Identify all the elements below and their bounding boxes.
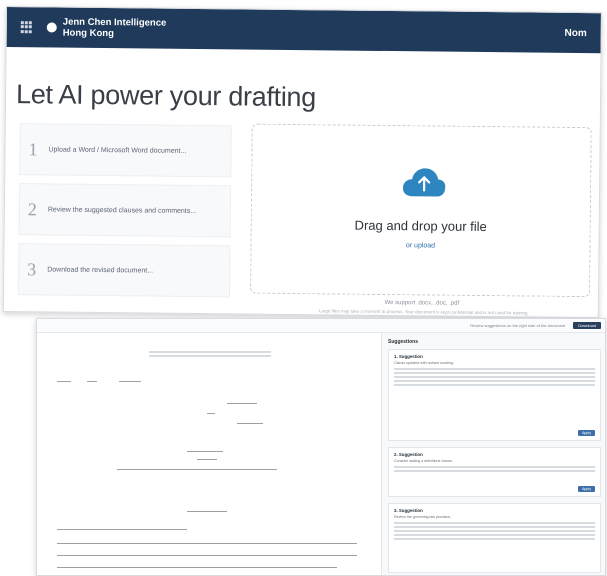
step-text: Review the suggested clauses and comment… (47, 205, 197, 215)
dropzone-title: Drag and drop your file (354, 217, 487, 235)
doc-text-line (57, 381, 71, 382)
doc-text-line (57, 567, 337, 568)
brand-logo-icon (46, 22, 57, 33)
suggestion-title: 2. Suggestion (394, 452, 423, 457)
apps-grid-icon[interactable] (20, 21, 33, 33)
editor-screenshot: Review suggestions on the right side of … (36, 318, 606, 576)
hero-title: Let AI power your drafting (15, 79, 317, 113)
doc-text-line (87, 381, 97, 382)
upload-page-screenshot: Jenn Chen Intelligence Hong Kong Nom Let… (2, 6, 602, 319)
step-number: 2 (27, 198, 37, 219)
document-heading (149, 345, 271, 367)
file-dropzone[interactable]: Drag and drop your file or upload (250, 123, 592, 298)
doc-text-line (187, 451, 223, 452)
download-button[interactable]: Download (573, 322, 601, 329)
doc-text-line (57, 555, 357, 556)
steps-list: 1 Upload a Word / Microsoft Word documen… (17, 123, 232, 305)
suggestion-text: Consider adding a definitions clause. (394, 459, 453, 463)
step-number: 1 (28, 138, 38, 159)
top-navbar: Jenn Chen Intelligence Hong Kong Nom (6, 7, 601, 54)
toolbar-note: Review suggestions on the right side of … (470, 323, 566, 328)
doc-text-line (237, 423, 263, 424)
doc-text-line (197, 459, 217, 460)
doc-text-line (207, 413, 215, 414)
apply-suggestion-button[interactable]: Apply (578, 430, 595, 436)
suggestion-text: Review the governing law provision. (394, 515, 452, 519)
step-text: Upload a Word / Microsoft Word document.… (48, 145, 187, 155)
doc-text-line (57, 529, 187, 530)
upload-link[interactable]: or upload (251, 241, 589, 252)
suggestion-title: 3. Suggestion (394, 508, 423, 513)
doc-text-line (57, 543, 357, 544)
step-item: 3 Download the revised document... (17, 243, 231, 298)
suggestion-text: Clause updated with revised wording. (394, 361, 454, 365)
step-item: 2 Review the suggested clauses and comme… (18, 183, 232, 238)
step-text: Download the revised document... (47, 265, 154, 275)
step-item: 1 Upload a Word / Microsoft Word documen… (19, 123, 232, 178)
doc-text-line (227, 403, 257, 404)
privacy-note: Large files may take a moment to process… (318, 308, 529, 316)
suggestion-card[interactable]: 2. Suggestion Consider adding a definiti… (388, 447, 601, 497)
cloud-upload-icon (402, 168, 446, 197)
user-menu[interactable]: Nom (564, 27, 586, 38)
suggestion-title: 1. Suggestion (394, 354, 423, 359)
doc-text-line (119, 381, 141, 382)
suggestion-card[interactable]: 3. Suggestion Review the governing law p… (388, 503, 601, 573)
step-number: 3 (27, 258, 37, 279)
suggestions-sidebar: Suggestions 1. Suggestion Clause updated… (381, 333, 605, 575)
doc-signature-line (117, 469, 277, 470)
document-pane[interactable] (37, 333, 379, 575)
brand[interactable]: Jenn Chen Intelligence Hong Kong (46, 16, 167, 40)
apply-suggestion-button[interactable]: Apply (578, 486, 595, 492)
doc-text-line (187, 511, 227, 512)
editor-toolbar: Review suggestions on the right side of … (37, 319, 605, 333)
brand-line-2: Hong Kong (62, 27, 114, 40)
suggestion-card[interactable]: 1. Suggestion Clause updated with revise… (388, 349, 601, 441)
brand-text: Jenn Chen Intelligence Hong Kong (63, 17, 167, 40)
supported-formats: We support .docx, .doc, .pdf (384, 299, 460, 307)
sidebar-heading: Suggestions (388, 339, 419, 345)
